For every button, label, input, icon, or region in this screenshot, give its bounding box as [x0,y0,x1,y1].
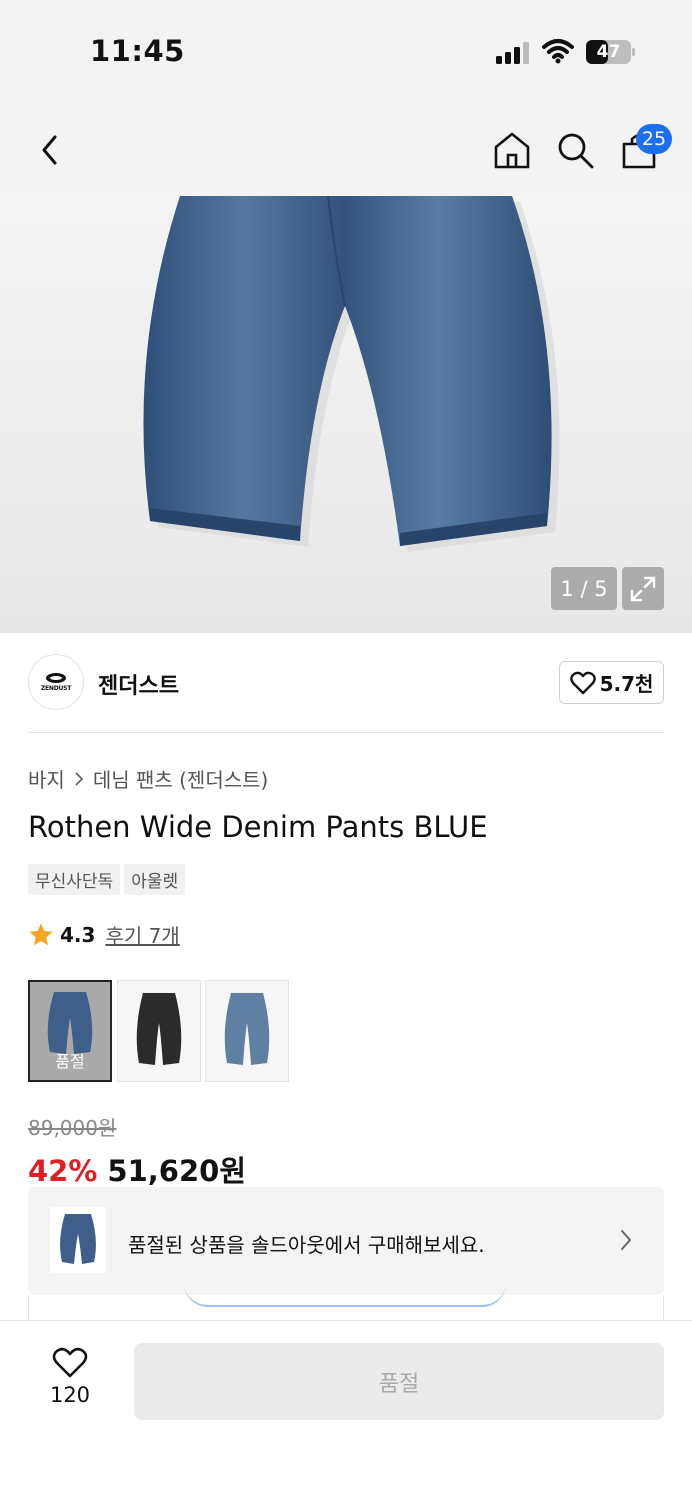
rating-summary: 4.3 후기 7개 [28,920,180,949]
star-icon [29,923,53,945]
peek-decoration [184,1283,506,1307]
discount-rate: 42% [28,1154,98,1188]
home-icon [494,132,530,169]
product-page: 11:45 47 25 1 / 5 ZENDUST 젠더스트 5.7천 바지 데… [0,0,692,1500]
cellular-signal-icon [496,42,529,64]
chevron-left-icon [42,135,57,165]
color-swatch-light-blue[interactable] [205,980,289,1082]
image-pager: 1 / 5 [551,567,617,610]
soldout-buy-button[interactable]: 품절 [134,1343,664,1420]
breadcrumb: 바지 데님 팬츠 (젠더스트) [28,764,268,793]
soldout-marketplace-banner[interactable]: 품절된 상품을 솔드아웃에서 구매해보세요. [28,1187,664,1295]
heart-icon [569,671,596,694]
heart-icon [52,1347,88,1378]
brand-logo-text: ZENDUST [40,685,72,692]
divider [28,732,664,733]
brand-name[interactable]: 젠더스트 [98,668,179,700]
brand-logo-mark [46,673,66,683]
soldout-label: 품절 [55,1052,85,1071]
battery-level: 47 [596,42,621,62]
swatch-image [224,993,270,1065]
breadcrumb-category[interactable]: 바지 [28,764,65,793]
top-navigation [0,100,692,196]
wishlist-button[interactable]: 120 [40,1347,100,1407]
breadcrumb-subcategory[interactable]: 데님 팬츠 (젠더스트) [93,764,269,793]
status-bar: 11:45 47 [0,0,692,100]
tag-outlet: 아울렛 [124,864,186,895]
brand-logo[interactable]: ZENDUST [28,654,84,710]
status-time: 11:45 [90,34,185,68]
color-swatch-blue[interactable]: 품절 [28,980,112,1082]
color-swatch-black[interactable] [117,980,201,1082]
reviews-link[interactable]: 후기 7개 [105,920,179,949]
product-tags: 무신사단독 아울렛 [28,864,186,895]
banner-thumbnail [50,1207,106,1273]
wishlist-count: 120 [49,1383,91,1407]
banner-product-image [60,1214,96,1264]
search-icon [558,133,594,169]
cart-count-badge: 25 [636,124,672,154]
final-price: 51,620원 [107,1154,247,1188]
banner-text: 품절된 상품을 솔드아웃에서 구매해보세요. [128,1233,485,1257]
search-button[interactable] [553,128,597,172]
original-price: 89,000원 [28,1116,117,1140]
brand-like-button[interactable]: 5.7천 [559,661,664,704]
chevron-right-icon [621,1230,632,1250]
back-button[interactable] [28,128,72,172]
price-row: 42% 51,620원 [28,1148,246,1190]
tag-exclusive: 무신사단독 [28,864,121,895]
swatch-image [136,993,182,1065]
chevron-right-icon [75,771,84,786]
expand-image-button[interactable] [622,567,664,610]
expand-icon [630,576,656,601]
brand-like-count: 5.7천 [599,672,654,696]
battery-icon: 47 [586,40,636,64]
home-button[interactable] [490,128,534,172]
product-title: Rothen Wide Denim Pants BLUE [28,810,488,844]
wifi-icon [542,39,574,64]
bottom-action-bar: 120 품절 [0,1320,692,1500]
rating-value: 4.3 [60,922,96,947]
